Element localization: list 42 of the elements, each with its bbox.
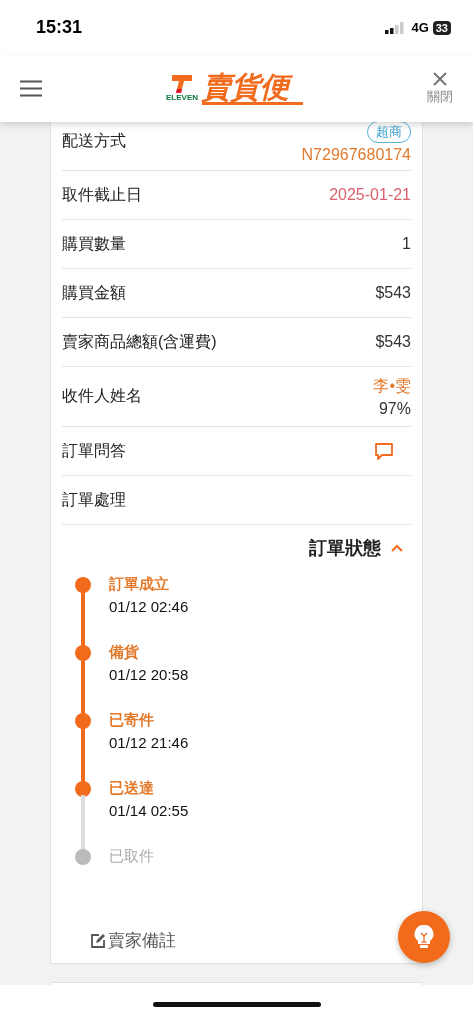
step-label: 已送達 (109, 779, 155, 798)
collapse-toggle[interactable] (391, 544, 403, 552)
menu-icon (20, 80, 42, 97)
detail-value: $543 (375, 284, 411, 302)
signal-icon (385, 21, 406, 34)
tips-button[interactable] (398, 911, 450, 963)
chevron-up-icon (391, 544, 403, 552)
detail-label: 訂單處理 (62, 489, 126, 510)
detail-label: 取件截止日 (62, 184, 142, 205)
detail-label: 購買金額 (62, 282, 126, 303)
step-time: 01/14 02:55 (109, 802, 189, 819)
step-label: 訂單成立 (109, 575, 170, 594)
detail-label: 訂單問答 (62, 440, 126, 461)
step-label: 已寄件 (109, 711, 155, 730)
tracking-number: N72967680174 (301, 146, 411, 164)
detail-value: 1 (402, 235, 411, 253)
detail-label: 收件人姓名 (62, 386, 142, 406)
step-label: 已取件 (109, 847, 154, 866)
close-icon (433, 71, 447, 86)
detail-label: 配送方式 (62, 130, 126, 151)
status-time: 15:31 (36, 17, 84, 38)
step-time: 01/12 20:58 (109, 666, 189, 683)
menu-button[interactable] (20, 80, 42, 97)
logo-mark: ELEVEN (166, 93, 198, 102)
close-button[interactable]: 關閉 (427, 71, 453, 106)
detail-label: 購買數量 (62, 233, 126, 254)
detail-label: 賣家商品總額(含運費) (62, 331, 217, 352)
seller-note-link[interactable]: 賣家備註 (90, 929, 176, 952)
network-label: 4G (411, 20, 429, 35)
section-title: 訂單狀態 (309, 537, 381, 560)
step-time: 01/12 02:46 (109, 598, 189, 615)
lightbulb-icon (414, 924, 434, 950)
rating-value: 97% (378, 399, 411, 418)
logo-text: 賣貨便 (202, 72, 303, 105)
step-time: 01/12 21:46 (109, 734, 189, 751)
battery-level: 33 (432, 20, 451, 35)
chat-icon[interactable] (375, 442, 393, 460)
step-label: 備貨 (109, 643, 140, 662)
recipient-name: 李•雯 (373, 375, 411, 396)
edit-icon (90, 932, 106, 949)
detail-value: $543 (375, 333, 411, 351)
detail-value: 2025-01-21 (329, 186, 411, 204)
